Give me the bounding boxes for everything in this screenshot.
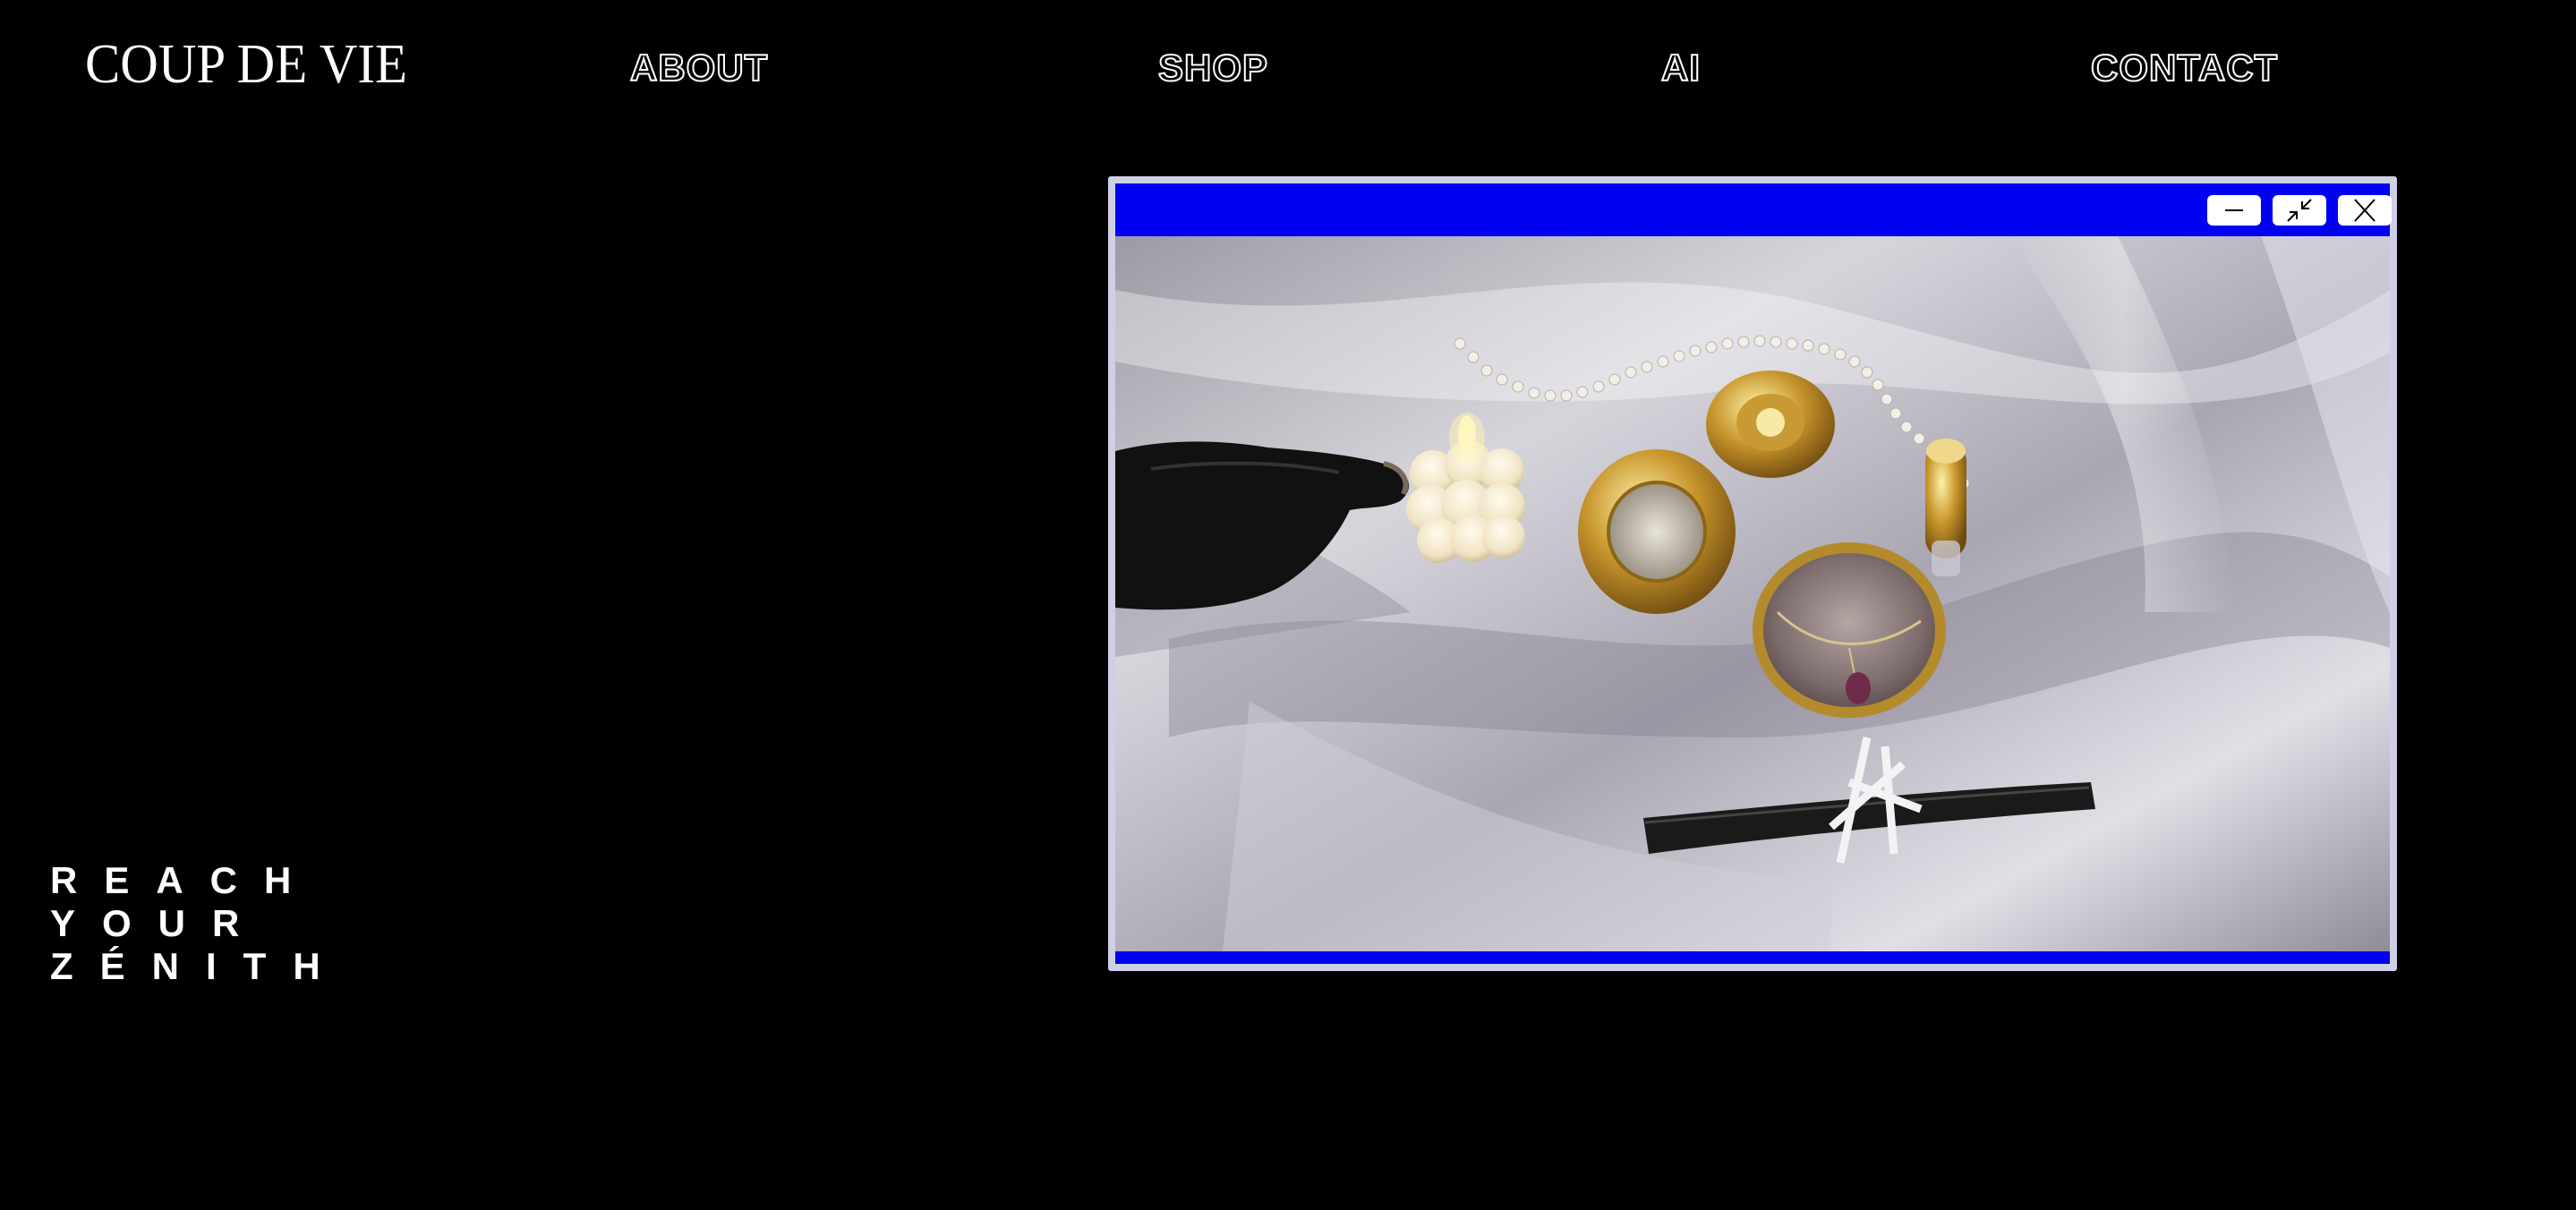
tagline-line-3: ZÉNITH bbox=[50, 945, 347, 987]
restore-icon bbox=[2287, 199, 2312, 222]
nav-contact-link[interactable]: CONTACT bbox=[2090, 41, 2278, 95]
nav-ai-link[interactable]: AI bbox=[1660, 41, 1701, 95]
window-titlebar[interactable] bbox=[1115, 183, 2392, 236]
minimize-icon bbox=[2225, 209, 2243, 211]
tagline-line-2: YOUR bbox=[50, 902, 267, 944]
nav-shop-link[interactable]: SHOP bbox=[1157, 41, 1268, 95]
media-window bbox=[1108, 176, 2397, 971]
hero-tagline: REACH YOUR ZÉNITH bbox=[50, 859, 347, 988]
window-bottom-bar bbox=[1115, 951, 2390, 964]
site-logo[interactable]: COUP DE VIE bbox=[85, 29, 407, 100]
page: COUP DE VIE ABOUT SHOP AI CONTACT REACH … bbox=[0, 0, 2576, 1210]
close-button[interactable] bbox=[2338, 195, 2392, 226]
satin-still-life-image bbox=[1115, 236, 2390, 951]
nav-about-link[interactable]: ABOUT bbox=[629, 41, 768, 95]
minimize-button[interactable] bbox=[2207, 195, 2261, 226]
gold-mirror bbox=[1578, 449, 1736, 614]
restore-button[interactable] bbox=[2273, 195, 2326, 226]
gold-dish bbox=[1706, 371, 1835, 478]
close-icon bbox=[2354, 199, 2376, 222]
product-photo bbox=[1115, 236, 2390, 951]
tagline-line-1: REACH bbox=[50, 859, 319, 901]
agate-tray bbox=[1753, 542, 1946, 718]
